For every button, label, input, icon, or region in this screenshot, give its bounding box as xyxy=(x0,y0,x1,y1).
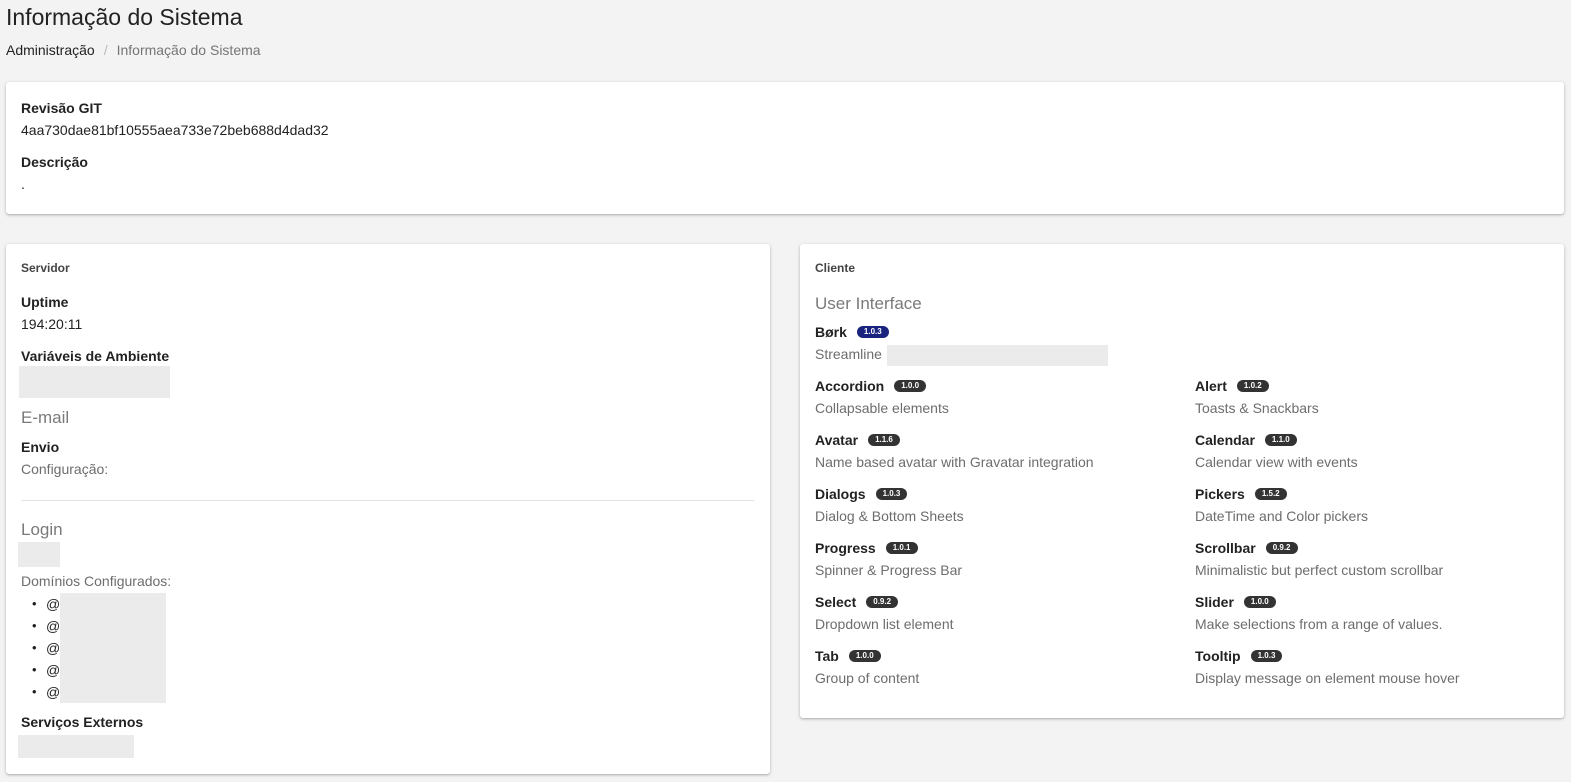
component-name: Calendar xyxy=(1195,432,1255,448)
env-vars-label: Variáveis de Ambiente xyxy=(21,348,170,364)
external-services-redacted xyxy=(18,735,134,758)
version-badge: 1.0.3 xyxy=(1250,650,1283,662)
component-progress: Progress 1.0.1 Spinner & Progress Bar xyxy=(815,538,962,580)
version-badge: 1.0.3 xyxy=(875,488,908,500)
component-name: Accordion xyxy=(815,378,885,394)
component-name: Tooltip xyxy=(1195,648,1241,664)
server-card: Servidor Uptime 194:20:11 Variáveis de A… xyxy=(6,244,770,774)
component-alert: Alert 1.0.2 Toasts & Snackbars xyxy=(1195,376,1319,418)
component-desc: Make selections from a range of values. xyxy=(1195,616,1443,632)
component-tab: Tab 1.0.0 Group of content xyxy=(815,646,919,688)
system-info-card: Revisão GIT 4aa730dae81bf10555aea733e72b… xyxy=(6,82,1564,214)
component-bork: Børk 1.0.3 Streamline xyxy=(815,322,889,364)
component-avatar: Avatar 1.1.6 Name based avatar with Grava… xyxy=(815,430,1094,472)
section-divider xyxy=(21,500,754,501)
component-desc: Streamline xyxy=(815,346,882,362)
version-badge: 1.0.2 xyxy=(1236,380,1269,392)
uptime-label: Uptime xyxy=(21,294,69,310)
component-calendar: Calendar 1.1.0 Calendar view with events xyxy=(1195,430,1358,472)
login-redacted xyxy=(18,542,60,567)
list-item: @ xyxy=(24,637,166,659)
component-desc: Dialog & Bottom Sheets xyxy=(815,508,964,524)
version-badge: 1.0.0 xyxy=(1243,596,1276,608)
component-desc: Name based avatar with Gravatar integrat… xyxy=(815,454,1094,470)
description-value: . xyxy=(21,176,25,192)
version-badge: 0.9.2 xyxy=(866,596,899,608)
server-heading: Servidor xyxy=(21,261,70,275)
component-desc: Group of content xyxy=(815,670,920,686)
version-badge: 1.0.1 xyxy=(885,542,918,554)
component-slider: Slider 1.0.0 Make selections from a range… xyxy=(1195,592,1442,634)
version-badge: 1.1.6 xyxy=(868,434,900,446)
description-label: Descrição xyxy=(21,154,88,170)
component-desc: Spinner & Progress Bar xyxy=(815,562,963,578)
domain-redacted xyxy=(60,681,166,703)
list-item: @ xyxy=(24,615,166,637)
config-label: Configuração: xyxy=(21,461,109,477)
domain-list: @ @ @ @ @ xyxy=(24,593,166,703)
list-item: @ xyxy=(24,681,166,703)
breadcrumb-current: Informação do Sistema xyxy=(116,42,261,58)
domain-redacted xyxy=(60,637,166,659)
component-dialogs: Dialogs 1.0.3 Dialog & Bottom Sheets xyxy=(815,484,964,526)
git-revision-value: 4aa730dae81bf10555aea733e72beb688d4dad32 xyxy=(21,122,329,138)
domain-redacted xyxy=(60,593,166,615)
component-desc: Minimalistic but perfect custom scrollba… xyxy=(1195,562,1444,578)
external-services-label: Serviços Externos xyxy=(21,714,144,730)
domain-redacted xyxy=(60,659,166,681)
user-interface-title: User Interface xyxy=(815,294,922,313)
breadcrumb: Administração / Informação do Sistema xyxy=(6,42,261,58)
component-tooltip: Tooltip 1.0.3 Display message on element … xyxy=(1195,646,1460,688)
component-name: Select xyxy=(815,594,857,610)
component-desc: Display message on element mouse hover xyxy=(1195,670,1460,686)
version-badge: 1.0.0 xyxy=(894,380,927,392)
component-desc: Toasts & Snackbars xyxy=(1195,400,1319,416)
send-label: Envio xyxy=(21,439,60,455)
component-desc: Calendar view with events xyxy=(1195,454,1358,470)
page-title: Informação do Sistema xyxy=(6,4,243,30)
component-accordion: Accordion 1.0.0 Collapsable elements xyxy=(815,376,949,418)
login-section-title: Login xyxy=(21,520,63,539)
email-section-title: E-mail xyxy=(21,408,70,427)
list-item: @ xyxy=(24,659,166,681)
component-desc: Collapsable elements xyxy=(815,400,949,416)
component-name: Alert xyxy=(1195,378,1227,394)
version-badge: 0.9.2 xyxy=(1265,542,1298,554)
component-desc: Dropdown list element xyxy=(815,616,954,632)
component-name: Scrollbar xyxy=(1195,540,1256,556)
version-badge: 1.0.3 xyxy=(856,326,889,338)
git-revision-label: Revisão GIT xyxy=(21,100,102,116)
component-name: Dialogs xyxy=(815,486,866,502)
component-pickers: Pickers 1.5.2 DateTime and Color pickers xyxy=(1195,484,1368,526)
component-name: Avatar xyxy=(815,432,859,448)
list-item: @ xyxy=(24,593,166,615)
component-desc: DateTime and Color pickers xyxy=(1195,508,1368,524)
version-badge: 1.0.0 xyxy=(848,650,881,662)
domains-label: Domínios Configurados: xyxy=(21,573,172,589)
component-name: Slider xyxy=(1195,594,1234,610)
component-name: Børk xyxy=(815,324,847,340)
breadcrumb-separator: / xyxy=(103,42,108,58)
breadcrumb-administracao-link[interactable]: Administração xyxy=(6,42,95,58)
component-scrollbar: Scrollbar 0.9.2 Minimalistic but perfect … xyxy=(1195,538,1443,580)
domain-redacted xyxy=(60,615,166,637)
client-card: Cliente User Interface Børk 1.0.3 Stream… xyxy=(800,244,1564,718)
client-heading: Cliente xyxy=(815,261,856,275)
bork-desc-redacted xyxy=(887,345,1108,366)
component-name: Pickers xyxy=(1195,486,1245,502)
env-vars-redacted xyxy=(19,366,170,398)
uptime-value: 194:20:11 xyxy=(21,316,83,332)
component-select: Select 0.9.2 Dropdown list element xyxy=(815,592,954,634)
version-badge: 1.5.2 xyxy=(1254,488,1287,500)
component-name: Progress xyxy=(815,540,876,556)
version-badge: 1.1.0 xyxy=(1264,434,1297,446)
component-name: Tab xyxy=(815,648,839,664)
